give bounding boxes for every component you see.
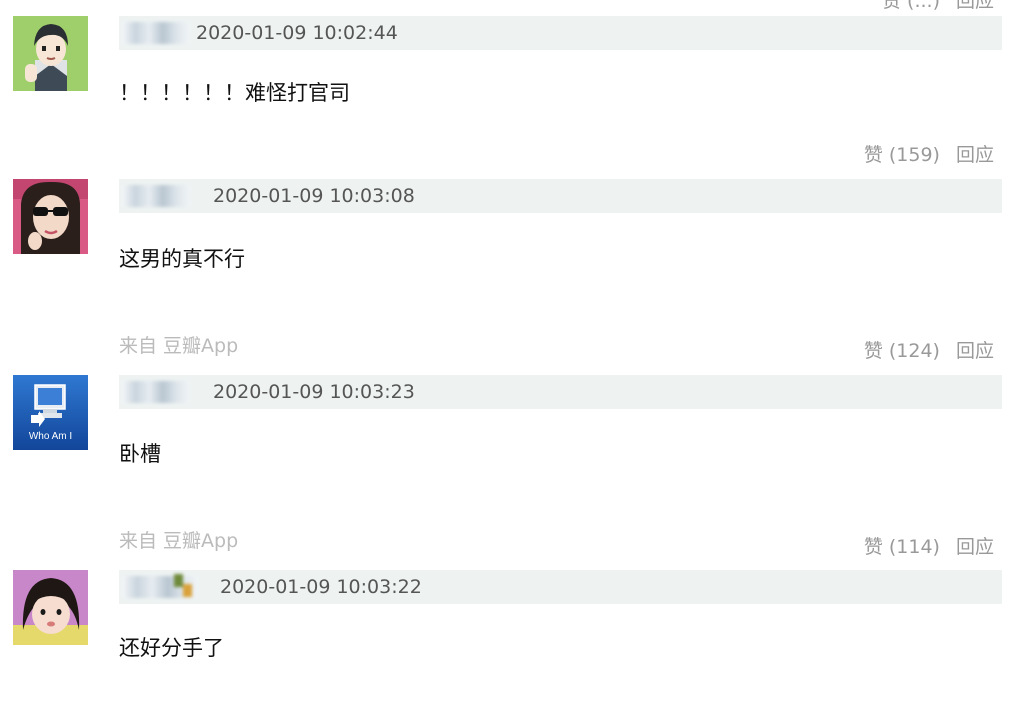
vote-button[interactable]: 赞 (114) bbox=[864, 532, 940, 559]
comment-time: 2020-01-09 10:03:23 bbox=[213, 381, 415, 403]
comment-source: 来自 豆瓣App bbox=[119, 530, 239, 552]
vote-button[interactable]: 赞 (...) bbox=[882, 0, 940, 13]
comment-time: 2020-01-09 10:03:22 bbox=[220, 576, 422, 598]
comment-meta-bar: 2020-01-09 10:03:22 bbox=[119, 570, 1002, 604]
reply-button[interactable]: 回应 bbox=[956, 336, 994, 363]
comment-text: ！！！！！！难怪打官司 bbox=[119, 81, 350, 105]
username-blurred[interactable] bbox=[122, 381, 190, 403]
avatar-cartoon-boy-image bbox=[13, 16, 88, 91]
username-blurred[interactable] bbox=[122, 22, 190, 44]
comment-time: 2020-01-09 10:03:08 bbox=[213, 185, 415, 207]
avatar-computer-icon-image: Who Am I bbox=[13, 375, 88, 450]
user-avatar[interactable]: Who Am I bbox=[13, 375, 88, 450]
previous-comment-actions: 赞 (...) 回应 bbox=[882, 0, 994, 13]
reply-button[interactable]: 回应 bbox=[956, 0, 994, 13]
comment-actions: 赞 (114) 回应 bbox=[864, 532, 994, 559]
comment-source: 来自 豆瓣App bbox=[119, 335, 239, 357]
username-blur-chip bbox=[183, 584, 192, 597]
avatar-caption: Who Am I bbox=[29, 431, 72, 442]
user-avatar[interactable] bbox=[13, 570, 88, 645]
comment-actions: 赞 (159) 回应 bbox=[864, 140, 994, 167]
user-avatar[interactable] bbox=[13, 179, 88, 254]
reply-button[interactable]: 回应 bbox=[956, 140, 994, 167]
comment-meta-bar: 2020-01-09 10:02:44 bbox=[119, 16, 1002, 50]
reply-button[interactable]: 回应 bbox=[956, 532, 994, 559]
vote-button[interactable]: 赞 (124) bbox=[864, 336, 940, 363]
username-blur-chip bbox=[174, 574, 183, 587]
vote-button[interactable]: 赞 (159) bbox=[864, 140, 940, 167]
avatar-photo-girl-sunglasses-image bbox=[13, 179, 88, 254]
avatar-photo-child-image bbox=[13, 570, 88, 645]
username-blurred[interactable] bbox=[122, 185, 190, 207]
username-blurred[interactable] bbox=[122, 574, 198, 598]
user-avatar[interactable] bbox=[13, 16, 88, 91]
comment-meta-bar: 2020-01-09 10:03:23 bbox=[119, 375, 1002, 409]
comment-actions: 赞 (124) 回应 bbox=[864, 336, 994, 363]
comment-meta-bar: 2020-01-09 10:03:08 bbox=[119, 179, 1002, 213]
comment-text: 这男的真不行 bbox=[119, 247, 245, 271]
comment-text: 还好分手了 bbox=[119, 636, 224, 660]
comment-text: 卧槽 bbox=[119, 442, 161, 466]
comment-time: 2020-01-09 10:02:44 bbox=[196, 22, 398, 44]
